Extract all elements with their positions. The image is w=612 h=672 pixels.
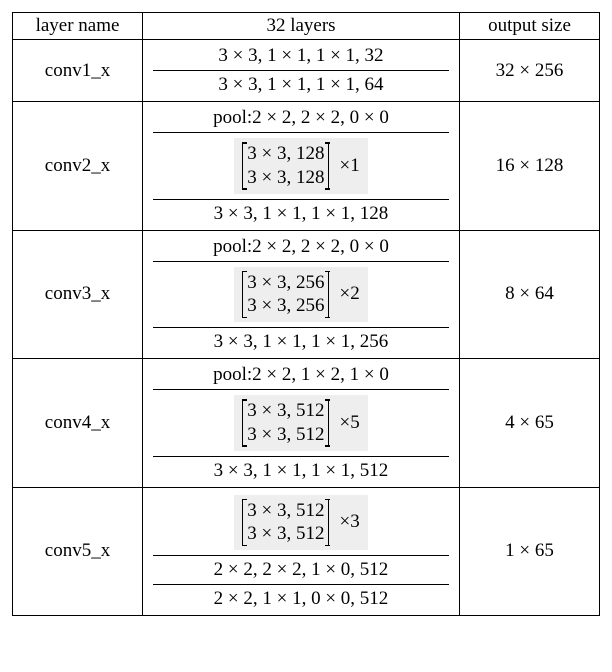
block-row: 3 × 3, 512 [247,522,324,546]
bracket-icon: 3 × 3, 512 3 × 3, 512 [242,499,329,547]
output-size: 4 × 65 [460,359,600,488]
arch-cell: pool:2 × 2, 1 × 2, 1 × 0 3 × 3, 512 3 × … [143,359,460,488]
output-size: 16 × 128 [460,102,600,231]
block-row: 3 × 3, 512 [247,423,324,447]
conv-spec: 3 × 3, 1 × 1, 1 × 1, 32 [153,42,449,71]
table-row: conv4_x pool:2 × 2, 1 × 2, 1 × 0 3 × 3, … [13,359,600,488]
pool-spec: pool:2 × 2, 2 × 2, 0 × 0 [153,233,449,262]
res-block-cell: 3 × 3, 512 3 × 3, 512 ×3 [153,490,449,556]
output-size: 1 × 65 [460,487,600,616]
table-row: conv3_x pool:2 × 2, 2 × 2, 0 × 0 3 × 3, … [13,230,600,359]
inner-lines: pool:2 × 2, 2 × 2, 0 × 0 3 × 3, 256 3 × … [153,233,449,357]
layer-name: conv5_x [13,487,143,616]
block-row: 3 × 3, 256 [247,294,324,318]
inner-lines: 3 × 3, 1 × 1, 1 × 1, 32 3 × 3, 1 × 1, 1 … [153,42,449,99]
bracket-icon: 3 × 3, 512 3 × 3, 512 [242,399,329,447]
res-block-cell: 3 × 3, 512 3 × 3, 512 ×5 [153,390,449,457]
table-header-row: layer name 32 layers output size [13,13,600,40]
header-out: output size [460,13,600,40]
block-row: 3 × 3, 512 [247,499,324,523]
inner-lines: pool:2 × 2, 1 × 2, 1 × 0 3 × 3, 512 3 × … [153,361,449,485]
block-row: 3 × 3, 256 [247,271,324,295]
arch-cell: 3 × 3, 512 3 × 3, 512 ×3 2 × 2, 2 × 2, 1… [143,487,460,616]
arch-cell: pool:2 × 2, 2 × 2, 0 × 0 3 × 3, 256 3 × … [143,230,460,359]
arch-cell: pool:2 × 2, 2 × 2, 0 × 0 3 × 3, 128 3 × … [143,102,460,231]
res-block-cell: 3 × 3, 128 3 × 3, 128 ×1 [153,133,449,200]
header-arch: 32 layers [143,13,460,40]
inner-lines: 3 × 3, 512 3 × 3, 512 ×3 2 × 2, 2 × 2, 1… [153,490,449,614]
output-size: 8 × 64 [460,230,600,359]
pool-spec: pool:2 × 2, 1 × 2, 1 × 0 [153,361,449,390]
output-size: 32 × 256 [460,40,600,102]
arch-cell: 3 × 3, 1 × 1, 1 × 1, 32 3 × 3, 1 × 1, 1 … [143,40,460,102]
layer-name: conv2_x [13,102,143,231]
residual-block: 3 × 3, 512 3 × 3, 512 ×3 [234,495,367,551]
block-multiplier: ×2 [329,271,359,319]
bracket-icon: 3 × 3, 256 3 × 3, 256 [242,271,329,319]
block-multiplier: ×1 [329,142,359,190]
header-layer: layer name [13,13,143,40]
bracket-icon: 3 × 3, 128 3 × 3, 128 [242,142,329,190]
layer-name: conv4_x [13,359,143,488]
pool-spec: pool:2 × 2, 2 × 2, 0 × 0 [153,104,449,133]
layer-name: conv1_x [13,40,143,102]
block-row: 3 × 3, 128 [247,166,324,190]
conv-spec: 3 × 3, 1 × 1, 1 × 1, 512 [153,456,449,485]
layer-name: conv3_x [13,230,143,359]
table-row: conv1_x 3 × 3, 1 × 1, 1 × 1, 32 3 × 3, 1… [13,40,600,102]
block-row: 3 × 3, 128 [247,142,324,166]
table-row: conv5_x 3 × 3, 512 3 × 3, 512 ×3 [13,487,600,616]
inner-lines: pool:2 × 2, 2 × 2, 0 × 0 3 × 3, 128 3 × … [153,104,449,228]
residual-block: 3 × 3, 256 3 × 3, 256 ×2 [234,267,367,323]
res-block-cell: 3 × 3, 256 3 × 3, 256 ×2 [153,261,449,328]
residual-block: 3 × 3, 128 3 × 3, 128 ×1 [234,138,367,194]
conv-spec: 2 × 2, 1 × 1, 0 × 0, 512 [153,585,449,614]
block-multiplier: ×3 [329,499,359,547]
block-row: 3 × 3, 512 [247,399,324,423]
conv-spec: 2 × 2, 2 × 2, 1 × 0, 512 [153,556,449,585]
table-row: conv2_x pool:2 × 2, 2 × 2, 0 × 0 3 × 3, … [13,102,600,231]
conv-spec: 3 × 3, 1 × 1, 1 × 1, 64 [153,71,449,100]
block-multiplier: ×5 [329,399,359,447]
residual-block: 3 × 3, 512 3 × 3, 512 ×5 [234,395,367,451]
architecture-table: layer name 32 layers output size conv1_x… [12,12,600,616]
conv-spec: 3 × 3, 1 × 1, 1 × 1, 128 [153,199,449,228]
conv-spec: 3 × 3, 1 × 1, 1 × 1, 256 [153,328,449,357]
